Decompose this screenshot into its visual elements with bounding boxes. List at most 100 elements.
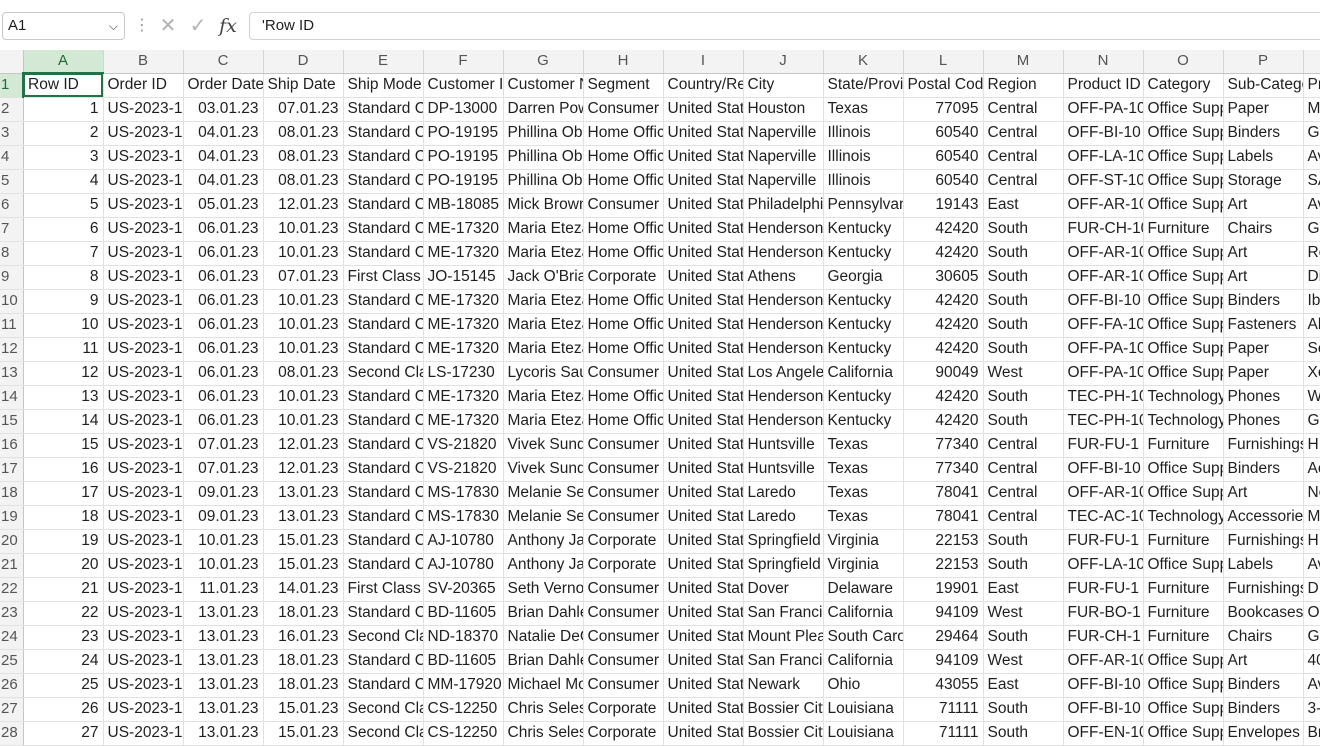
cell[interactable]: Second Class: [343, 721, 424, 746]
cell[interactable]: ME-17320: [423, 289, 504, 314]
cell[interactable]: 20: [23, 553, 104, 578]
cell[interactable]: 25: [23, 673, 104, 698]
cell[interactable]: 10: [23, 313, 104, 338]
cell[interactable]: Louisiana: [823, 721, 904, 746]
cell[interactable]: OFF-BI-10: [1063, 121, 1144, 146]
cell[interactable]: Furniture: [1143, 577, 1224, 602]
cell[interactable]: Office Supplies: [1143, 361, 1224, 386]
cell[interactable]: Maria Etezadi: [503, 385, 584, 410]
cell[interactable]: US-2023-1: [103, 577, 184, 602]
cell[interactable]: US-2023-1: [103, 457, 184, 482]
cell[interactable]: Home Office: [583, 385, 664, 410]
cell[interactable]: Gl: [1303, 217, 1320, 242]
column-header-c[interactable]: C: [183, 50, 264, 74]
cell[interactable]: Texas: [823, 505, 904, 530]
cell[interactable]: 10.01.23: [263, 241, 344, 266]
row-header[interactable]: 13: [0, 361, 24, 386]
cell[interactable]: United States: [663, 505, 744, 530]
cell[interactable]: MM-17920: [423, 673, 504, 698]
cell[interactable]: 16: [23, 457, 104, 482]
cell[interactable]: South: [983, 553, 1064, 578]
cell[interactable]: 42420: [903, 217, 984, 242]
cell[interactable]: Standard Class: [343, 601, 424, 626]
cell[interactable]: ME-17320: [423, 241, 504, 266]
cell[interactable]: Standard Class: [343, 505, 424, 530]
cell[interactable]: Xe: [1303, 361, 1320, 386]
cell[interactable]: Kentucky: [823, 385, 904, 410]
cell[interactable]: 6: [23, 217, 104, 242]
column-header-a[interactable]: A: [23, 50, 104, 74]
row-header[interactable]: 10: [0, 289, 24, 314]
cell[interactable]: Henderson: [743, 241, 824, 266]
cell[interactable]: Standard Class: [343, 169, 424, 194]
cell[interactable]: 10.01.23: [263, 289, 344, 314]
cell[interactable]: Maria Etezadi: [503, 241, 584, 266]
cell[interactable]: United States: [663, 313, 744, 338]
cell[interactable]: 18: [23, 505, 104, 530]
cell[interactable]: Postal Code: [903, 73, 984, 98]
cell[interactable]: Furnishings: [1223, 529, 1304, 554]
cell[interactable]: Technology: [1143, 409, 1224, 434]
cell[interactable]: OFF-AR-10: [1063, 241, 1144, 266]
cell[interactable]: Standard Class: [343, 193, 424, 218]
cell[interactable]: Ship Date: [263, 73, 344, 98]
cell[interactable]: Louisiana: [823, 697, 904, 722]
cell[interactable]: Vivek Sundaresam: [503, 433, 584, 458]
cell[interactable]: SV-20365: [423, 577, 504, 602]
cell[interactable]: 15.01.23: [263, 697, 344, 722]
cell[interactable]: Ohio: [823, 673, 904, 698]
cell[interactable]: 13.01.23: [263, 481, 344, 506]
cell[interactable]: Office Supplies: [1143, 289, 1224, 314]
cell[interactable]: South: [983, 529, 1064, 554]
row-header[interactable]: 23: [0, 601, 24, 626]
cell[interactable]: OFF-PA-10: [1063, 97, 1144, 122]
cell[interactable]: 17: [23, 481, 104, 506]
cell[interactable]: Order ID: [103, 73, 184, 98]
cell[interactable]: Home Office: [583, 409, 664, 434]
cell[interactable]: Customer Name: [503, 73, 584, 98]
cell[interactable]: Furniture: [1143, 625, 1224, 650]
cell[interactable]: 60540: [903, 121, 984, 146]
cell[interactable]: 15.01.23: [263, 553, 344, 578]
cell[interactable]: Consumer: [583, 481, 664, 506]
cell[interactable]: Av: [1303, 193, 1320, 218]
cell[interactable]: United States: [663, 361, 744, 386]
cell[interactable]: Naperville: [743, 145, 824, 170]
cell[interactable]: Seth Vernon: [503, 577, 584, 602]
cell[interactable]: 13.01.23: [183, 649, 264, 674]
cell[interactable]: Huntsville: [743, 433, 824, 458]
cell[interactable]: Home Office: [583, 289, 664, 314]
cell[interactable]: 06.01.23: [183, 313, 264, 338]
row-header[interactable]: 20: [0, 529, 24, 554]
cell[interactable]: Bossier City: [743, 721, 824, 746]
cell[interactable]: Maria Etezadi: [503, 409, 584, 434]
cell[interactable]: Texas: [823, 457, 904, 482]
cell[interactable]: 13.01.23: [183, 721, 264, 746]
cell[interactable]: 10.01.23: [263, 385, 344, 410]
cell[interactable]: TEC-PH-10: [1063, 385, 1144, 410]
cell[interactable]: South: [983, 625, 1064, 650]
cell[interactable]: US-2023-1: [103, 673, 184, 698]
cell[interactable]: 06.01.23: [183, 217, 264, 242]
cell[interactable]: United States: [663, 169, 744, 194]
cell[interactable]: ME-17320: [423, 385, 504, 410]
cell[interactable]: Consumer: [583, 625, 664, 650]
cell[interactable]: South: [983, 289, 1064, 314]
row-header[interactable]: 6: [0, 193, 24, 218]
cell[interactable]: Home Office: [583, 217, 664, 242]
cell[interactable]: US-2023-1: [103, 625, 184, 650]
cell[interactable]: Standard Class: [343, 97, 424, 122]
cell[interactable]: Furnishings: [1223, 577, 1304, 602]
cell[interactable]: 77340: [903, 457, 984, 482]
cell[interactable]: Anthony Jacobs: [503, 553, 584, 578]
cell[interactable]: United States: [663, 697, 744, 722]
cell[interactable]: Maria Etezadi: [503, 289, 584, 314]
cell[interactable]: Sc: [1303, 337, 1320, 362]
column-header-m[interactable]: M: [983, 50, 1064, 74]
cell[interactable]: 90049: [903, 361, 984, 386]
cell[interactable]: 13: [23, 385, 104, 410]
cell[interactable]: Vivek Sundaresam: [503, 457, 584, 482]
row-header[interactable]: 2: [0, 97, 24, 122]
cell[interactable]: 08.01.23: [263, 169, 344, 194]
cell[interactable]: California: [823, 601, 904, 626]
